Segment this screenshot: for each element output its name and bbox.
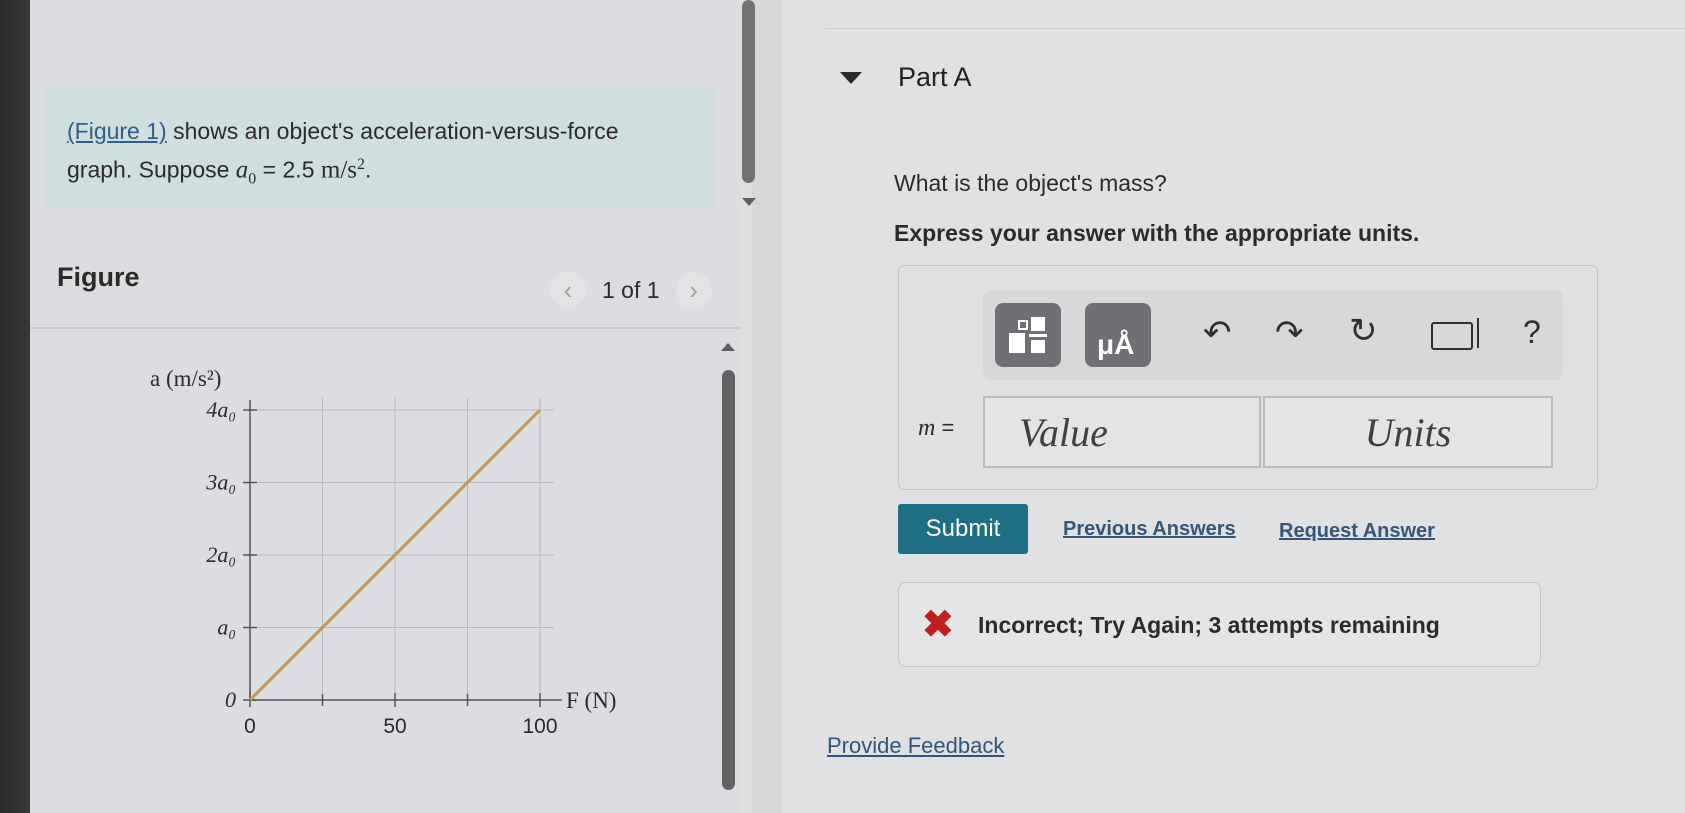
x-tick-label: 0 bbox=[244, 715, 256, 738]
pager-text: 1 of 1 bbox=[602, 276, 660, 303]
instruction-text: Express your answer with the appropriate… bbox=[894, 220, 1420, 246]
a0-symbol: a bbox=[235, 156, 249, 184]
reset-icon[interactable]: ↻ bbox=[1349, 314, 1378, 348]
figure-title: Figure bbox=[57, 262, 140, 292]
answer-label: m = bbox=[918, 415, 954, 442]
scroll-down-arrow-icon[interactable] bbox=[742, 198, 756, 206]
y-tick-label: 4a₀ bbox=[206, 397, 236, 422]
left-scrollbar-thumb[interactable] bbox=[742, 0, 755, 183]
top-divider bbox=[825, 28, 1685, 29]
acceleration-force-chart: 0 a₀ 2a₀ 3a₀ 4a₀ 0 50 100 a (m/s²) F (N) bbox=[150, 366, 616, 738]
figure-pager: ‹ 1 of 1 › bbox=[550, 272, 712, 308]
pane-divider bbox=[752, 0, 782, 813]
chevron-left-icon[interactable]: ‹ bbox=[550, 272, 586, 308]
units-input[interactable]: Units bbox=[1263, 396, 1553, 468]
a0-units-exponent: 2 bbox=[357, 156, 365, 173]
value-input[interactable]: Value bbox=[983, 396, 1261, 468]
keyboard-separator bbox=[1477, 318, 1479, 348]
scroll-up-arrow-icon[interactable] bbox=[721, 343, 735, 351]
redo-icon[interactable]: ↷ bbox=[1275, 316, 1304, 350]
templates-icon[interactable] bbox=[995, 303, 1061, 367]
equals-sign: = bbox=[935, 415, 955, 440]
math-toolbar: μÅ ↶ ↷ ↻ ? bbox=[983, 290, 1563, 380]
units-tile-label: μÅ bbox=[1097, 329, 1135, 360]
collapse-caret-icon[interactable] bbox=[840, 72, 862, 84]
feedback-message: Incorrect; Try Again; 3 attempts remaini… bbox=[978, 612, 1440, 638]
part-title: Part A bbox=[898, 62, 972, 92]
y-tick-label: 2a₀ bbox=[206, 542, 236, 567]
problem-intro: (Figure 1) shows an object's acceleratio… bbox=[45, 88, 715, 208]
request-answer-link[interactable]: Request Answer bbox=[1279, 520, 1435, 543]
undo-icon[interactable]: ↶ bbox=[1203, 316, 1232, 350]
previous-answers-link[interactable]: Previous Answers bbox=[1063, 518, 1236, 541]
y-tick-label: 0 bbox=[225, 687, 236, 712]
keyboard-icon[interactable] bbox=[1431, 322, 1473, 350]
submit-button[interactable]: Submit bbox=[898, 504, 1028, 554]
question-text: What is the object's mass? bbox=[894, 170, 1167, 196]
intro-text-1: shows an object's acceleration-versus-fo… bbox=[166, 118, 619, 144]
help-icon[interactable]: ? bbox=[1523, 316, 1541, 348]
a0-units: m/s bbox=[320, 156, 357, 184]
figure-scrollbar-thumb[interactable] bbox=[722, 370, 735, 790]
x-tick-label: 100 bbox=[522, 715, 557, 738]
y-tick-label: 3a₀ bbox=[205, 470, 236, 495]
chevron-right-icon[interactable]: › bbox=[675, 272, 712, 308]
x-icon: ✖ bbox=[922, 604, 954, 646]
intro-end: . bbox=[365, 156, 372, 183]
y-axis-label: a (m/s²) bbox=[150, 366, 221, 391]
x-tick-label: 50 bbox=[383, 715, 406, 738]
units-icon[interactable]: μÅ bbox=[1085, 303, 1151, 367]
figure-link[interactable]: (Figure 1) bbox=[67, 118, 167, 144]
y-tick-label: a₀ bbox=[217, 615, 236, 640]
provide-feedback-link[interactable]: Provide Feedback bbox=[827, 733, 1004, 759]
a0-value: = 2.5 bbox=[256, 156, 321, 183]
m-symbol: m bbox=[918, 415, 936, 441]
intro-text-2: graph. Suppose bbox=[67, 156, 236, 183]
figure-divider bbox=[30, 327, 740, 329]
x-axis-label: F (N) bbox=[566, 688, 616, 713]
